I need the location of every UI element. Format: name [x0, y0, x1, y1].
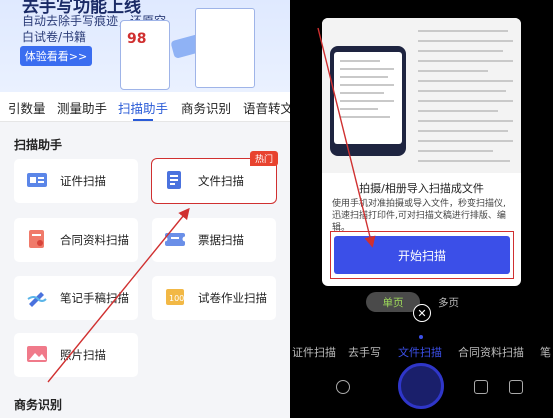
card-note-scan[interactable]: 笔记手稿扫描: [14, 276, 138, 320]
contract-icon: [29, 230, 44, 248]
photo-icon: [27, 346, 47, 362]
hot-badge: 热门: [249, 151, 278, 166]
dialog-title: 拍摄/相册导入扫描成文件: [359, 182, 484, 195]
ticket-icon: [164, 233, 186, 246]
multi-page-toggle[interactable]: 多页: [438, 295, 459, 310]
document-icon: [167, 171, 181, 189]
scan-tools-panel: 扫描助手 证件扫描 文件扫描 热门 合同资料扫描 票据扫描 笔记手稿扫描 100…: [0, 122, 290, 418]
card-photo-scan[interactable]: 照片扫描: [14, 333, 138, 377]
tab-scan-assistant[interactable]: 扫描助手: [118, 98, 168, 117]
close-icon[interactable]: ✕: [413, 304, 431, 322]
card-label: 票据扫描: [198, 233, 244, 247]
tab-count[interactable]: 引数量: [8, 98, 46, 117]
category-tabs: 引数量 测量助手 扫描助手 商务识别 语音转文: [0, 92, 290, 122]
banner-subtitle-2: 白试卷/书籍: [22, 30, 87, 44]
right-camera-screen: 拍摄/相册导入扫描成文件 使用手机对准拍摄或导入文件，秒变扫描仪,迅速扫描打印件…: [290, 0, 553, 418]
card-label: 试卷作业扫描: [198, 291, 267, 305]
start-button-highlight: [330, 231, 514, 279]
exam-paper-icon: 100: [166, 289, 184, 305]
banner-cta-button[interactable]: 体验看看>>: [20, 46, 92, 66]
card-label: 文件扫描: [198, 174, 244, 188]
mode-more[interactable]: 笔: [540, 344, 551, 360]
rotate-icon[interactable]: [336, 380, 350, 394]
section-title-business: 商务识别: [14, 398, 63, 412]
tab-voice[interactable]: 语音转文: [243, 98, 290, 117]
card-label: 合同资料扫描: [60, 233, 129, 247]
dialog-description: 使用手机对准拍摄或导入文件，秒变扫描仪,迅速扫描打印件,可对扫描文稿进行排版、编…: [332, 199, 506, 233]
single-page-toggle[interactable]: 单页: [366, 292, 420, 312]
card-ticket-scan[interactable]: 票据扫描: [152, 218, 276, 262]
mode-remove-handwriting[interactable]: 去手写: [348, 344, 381, 360]
import-file-icon[interactable]: [509, 380, 523, 394]
section-title-scan: 扫描助手: [14, 138, 63, 152]
note-pen-icon: [27, 292, 47, 307]
promo-banner[interactable]: 去手写功能上线 自动去除手写痕迹，还原空 白试卷/书籍 体验看看>> 98: [0, 0, 290, 92]
clean-paper-illustration-icon: [195, 8, 255, 88]
card-label: 笔记手稿扫描: [60, 291, 129, 305]
active-tab-indicator: [133, 119, 153, 121]
gallery-icon[interactable]: [474, 380, 488, 394]
id-card-icon: [27, 173, 47, 187]
tab-business-ocr[interactable]: 商务识别: [181, 98, 231, 117]
dialog-preview-image: [322, 18, 521, 173]
tab-measure[interactable]: 测量助手: [57, 98, 107, 117]
shutter-button[interactable]: [398, 363, 444, 409]
left-app-screen: 去手写功能上线 自动去除手写痕迹，还原空 白试卷/书籍 体验看看>> 98 引数…: [0, 0, 290, 418]
mode-contract-scan[interactable]: 合同资料扫描: [458, 344, 524, 360]
card-label: 证件扫描: [60, 174, 106, 188]
card-exam-scan[interactable]: 100 试卷作业扫描: [152, 276, 276, 320]
exam-paper-illustration-icon: 98: [120, 20, 170, 90]
mode-id-scan[interactable]: 证件扫描: [292, 344, 336, 360]
card-label: 照片扫描: [60, 348, 106, 362]
scan-intro-dialog: 拍摄/相册导入扫描成文件 使用手机对准拍摄或导入文件，秒变扫描仪,迅速扫描打印件…: [322, 18, 521, 286]
phone-illustration-icon: [330, 46, 406, 156]
card-id-scan[interactable]: 证件扫描: [14, 159, 138, 203]
mode-file-scan[interactable]: 文件扫描: [398, 344, 442, 360]
svg-text:100: 100: [169, 294, 184, 303]
card-file-scan[interactable]: 文件扫描 热门: [151, 151, 278, 204]
card-contract-scan[interactable]: 合同资料扫描: [14, 218, 138, 262]
active-mode-dot: [419, 335, 423, 339]
